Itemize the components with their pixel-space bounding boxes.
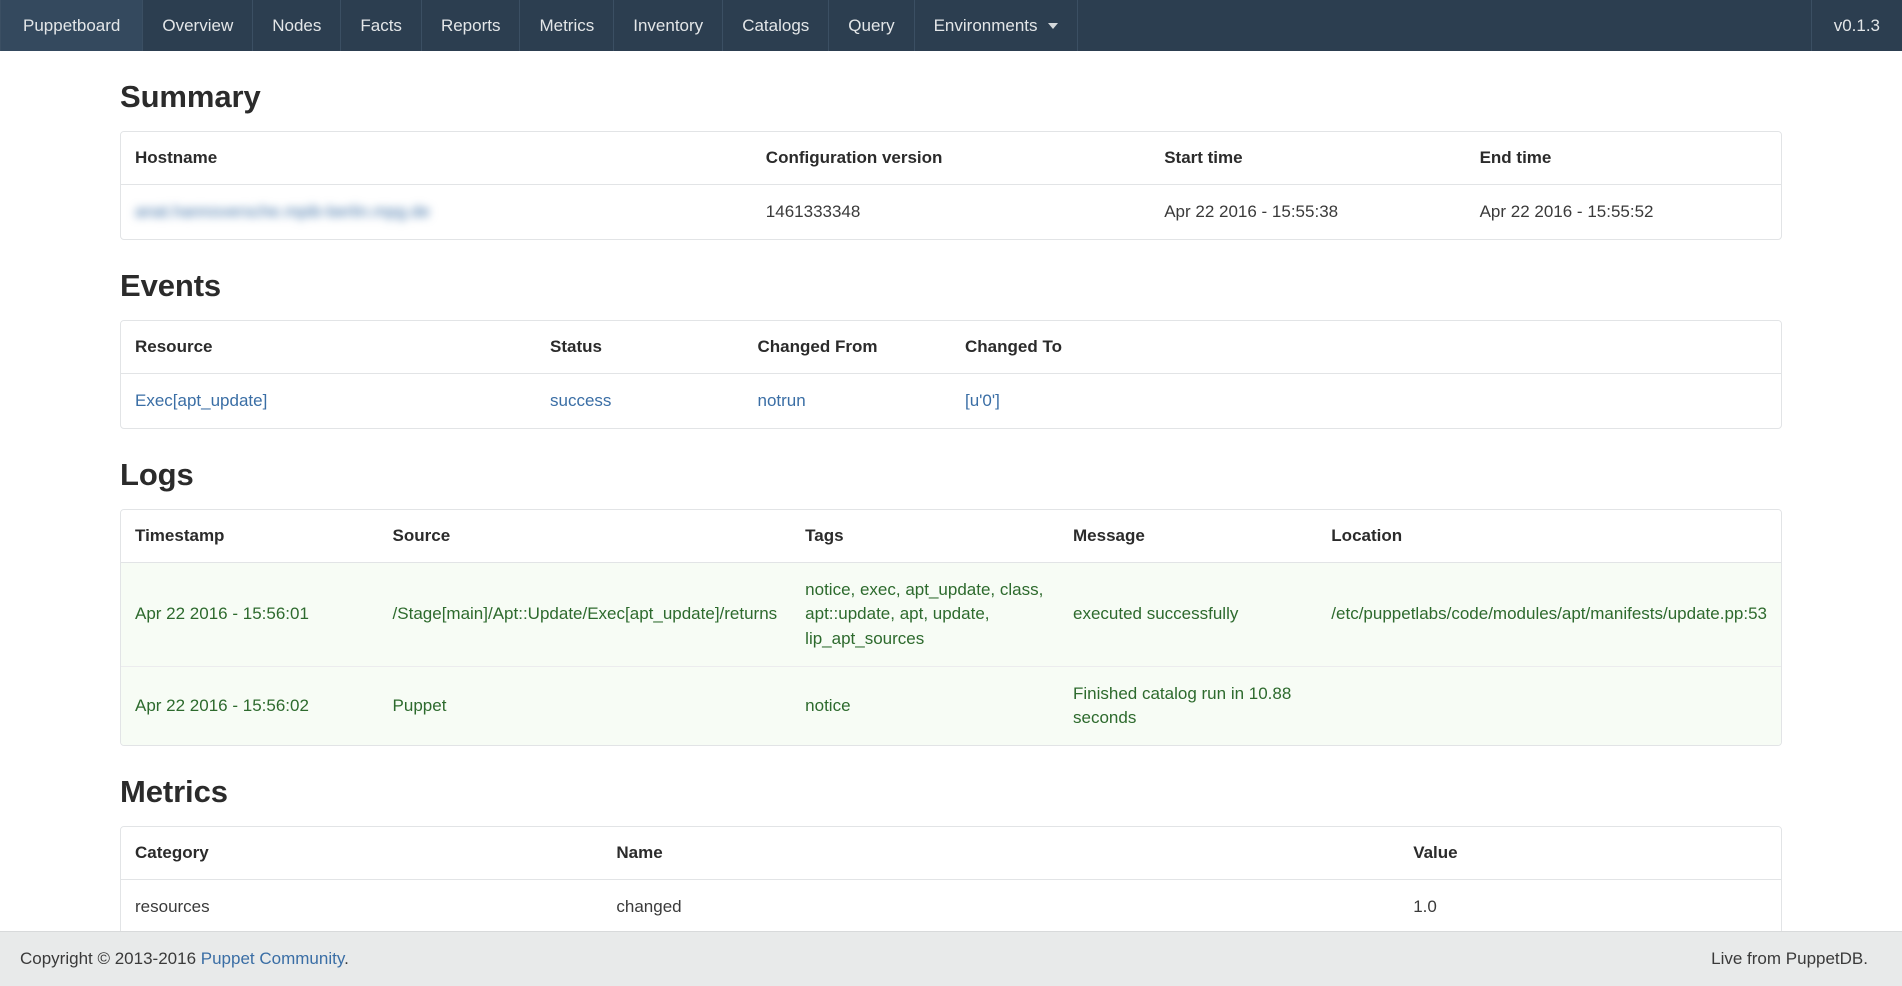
- logs-cell-tags: notice, exec, apt_update, class, apt::up…: [791, 563, 1059, 665]
- nav-overview[interactable]: Overview: [143, 0, 253, 51]
- nav-catalogs[interactable]: Catalogs: [723, 0, 829, 51]
- summary-table-head: Hostname Configuration version Start tim…: [121, 132, 1781, 185]
- events-table-head: Resource Status Changed From Changed To: [121, 321, 1781, 374]
- logs-cell-location: [1317, 666, 1781, 745]
- logs-table-body: Apr 22 2016 - 15:56:01 /Stage[main]/Apt:…: [121, 563, 1781, 745]
- top-navbar: Puppetboard Overview Nodes Facts Reports…: [0, 0, 1902, 51]
- nav-nodes-label: Nodes: [272, 17, 321, 34]
- metrics-table: Category Name Value resources changed 1.…: [120, 826, 1782, 931]
- logs-header-tags: Tags: [791, 510, 1059, 563]
- nav-environments-dropdown[interactable]: Environments: [915, 0, 1078, 51]
- events-header-changed-to: Changed To: [951, 321, 1781, 374]
- summary-header-row: Hostname Configuration version Start tim…: [121, 132, 1781, 185]
- logs-cell-location: /etc/puppetlabs/code/modules/apt/manifes…: [1317, 563, 1781, 665]
- event-resource-link[interactable]: Exec[apt_update]: [135, 391, 267, 410]
- nav-environments-label: Environments: [934, 17, 1038, 34]
- footer-status: Live from PuppetDB.: [1711, 949, 1882, 969]
- nav-overview-label: Overview: [162, 17, 233, 34]
- summary-header-hostname: Hostname: [121, 132, 752, 185]
- logs-cell-source: /Stage[main]/Apt::Update/Exec[apt_update…: [379, 563, 792, 665]
- hostname-link[interactable]: anat.hannoversche.mpib-berlin.mpg.de: [135, 200, 430, 224]
- nav-facts-label: Facts: [360, 17, 402, 34]
- logs-header-timestamp: Timestamp: [121, 510, 379, 563]
- events-header-changed-from: Changed From: [744, 321, 952, 374]
- logs-cell-message: Finished catalog run in 10.88 seconds: [1059, 666, 1317, 745]
- table-row: anat.hannoversche.mpib-berlin.mpg.de 146…: [121, 185, 1781, 239]
- logs-cell-timestamp: Apr 22 2016 - 15:56:02: [121, 666, 379, 745]
- logs-header-location: Location: [1317, 510, 1781, 563]
- logs-header-row: Timestamp Source Tags Message Location: [121, 510, 1781, 563]
- nav-metrics-label: Metrics: [539, 17, 594, 34]
- logs-cell-message: executed successfully: [1059, 563, 1317, 665]
- logs-header-message: Message: [1059, 510, 1317, 563]
- event-changed-to-link[interactable]: [u'0']: [965, 391, 1000, 410]
- nav-inventory[interactable]: Inventory: [614, 0, 723, 51]
- metrics-header-name: Name: [602, 827, 1399, 880]
- logs-table-head: Timestamp Source Tags Message Location: [121, 510, 1781, 563]
- summary-header-end-time: End time: [1466, 132, 1781, 185]
- events-header-row: Resource Status Changed From Changed To: [121, 321, 1781, 374]
- summary-cell-end-time: Apr 22 2016 - 15:55:52: [1466, 185, 1781, 239]
- metrics-table-body: resources changed 1.0 resources failed 0…: [121, 880, 1781, 931]
- logs-cell-tags: notice: [791, 666, 1059, 745]
- events-header-resource: Resource: [121, 321, 536, 374]
- page-footer: Copyright © 2013-2016 Puppet Community. …: [0, 931, 1902, 986]
- nav-inventory-label: Inventory: [633, 17, 703, 34]
- logs-table: Timestamp Source Tags Message Location A…: [120, 509, 1782, 746]
- footer-copyright-prefix: Copyright © 2013-2016: [20, 949, 201, 968]
- metrics-header-category: Category: [121, 827, 602, 880]
- table-row: Apr 22 2016 - 15:56:01 /Stage[main]/Apt:…: [121, 563, 1781, 665]
- metrics-cell-name: changed: [602, 880, 1399, 931]
- summary-title: Summary: [120, 79, 1782, 115]
- nav-facts[interactable]: Facts: [341, 0, 422, 51]
- logs-header-source: Source: [379, 510, 792, 563]
- table-row: Apr 22 2016 - 15:56:02 Puppet notice Fin…: [121, 666, 1781, 745]
- metrics-header-value: Value: [1399, 827, 1781, 880]
- events-header-status: Status: [536, 321, 744, 374]
- events-table-body: Exec[apt_update] success notrun [u'0']: [121, 374, 1781, 428]
- footer-copyright-suffix: .: [344, 949, 349, 968]
- summary-cell-start-time: Apr 22 2016 - 15:55:38: [1150, 185, 1465, 239]
- footer-copyright: Copyright © 2013-2016 Puppet Community.: [20, 949, 349, 969]
- nav-brand-label: Puppetboard: [23, 17, 120, 34]
- nav-reports-label: Reports: [441, 17, 501, 34]
- summary-cell-hostname: anat.hannoversche.mpib-berlin.mpg.de: [121, 185, 752, 239]
- events-cell-changed-from: notrun: [744, 374, 952, 428]
- metrics-title: Metrics: [120, 774, 1782, 810]
- nav-nodes[interactable]: Nodes: [253, 0, 341, 51]
- logs-title: Logs: [120, 457, 1782, 493]
- events-table: Resource Status Changed From Changed To …: [120, 320, 1782, 429]
- logs-cell-source: Puppet: [379, 666, 792, 745]
- nav-query[interactable]: Query: [829, 0, 914, 51]
- table-row: resources changed 1.0: [121, 880, 1781, 931]
- summary-table-body: anat.hannoversche.mpib-berlin.mpg.de 146…: [121, 185, 1781, 239]
- summary-cell-config-version: 1461333348: [752, 185, 1150, 239]
- summary-header-start-time: Start time: [1150, 132, 1465, 185]
- events-cell-status: success: [536, 374, 744, 428]
- event-changed-from-link[interactable]: notrun: [758, 391, 806, 410]
- nav-brand-puppetboard[interactable]: Puppetboard: [0, 0, 143, 51]
- app-version: v0.1.3: [1811, 0, 1902, 51]
- metrics-cell-value: 1.0: [1399, 880, 1781, 931]
- navbar-items: Puppetboard Overview Nodes Facts Reports…: [0, 0, 1078, 51]
- events-cell-resource: Exec[apt_update]: [121, 374, 536, 428]
- chevron-down-icon: [1048, 23, 1058, 29]
- table-row: Exec[apt_update] success notrun [u'0']: [121, 374, 1781, 428]
- page-content: Summary Hostname Configuration version S…: [0, 51, 1902, 931]
- nav-metrics[interactable]: Metrics: [520, 0, 614, 51]
- event-status-link[interactable]: success: [550, 391, 611, 410]
- nav-catalogs-label: Catalogs: [742, 17, 809, 34]
- metrics-header-row: Category Name Value: [121, 827, 1781, 880]
- puppet-community-link[interactable]: Puppet Community: [201, 949, 344, 968]
- logs-cell-timestamp: Apr 22 2016 - 15:56:01: [121, 563, 379, 665]
- metrics-cell-category: resources: [121, 880, 602, 931]
- summary-header-config-version: Configuration version: [752, 132, 1150, 185]
- navbar-spacer: [1078, 0, 1811, 51]
- summary-table: Hostname Configuration version Start tim…: [120, 131, 1782, 240]
- nav-query-label: Query: [848, 17, 894, 34]
- nav-reports[interactable]: Reports: [422, 0, 521, 51]
- metrics-table-head: Category Name Value: [121, 827, 1781, 880]
- events-cell-changed-to: [u'0']: [951, 374, 1781, 428]
- events-title: Events: [120, 268, 1782, 304]
